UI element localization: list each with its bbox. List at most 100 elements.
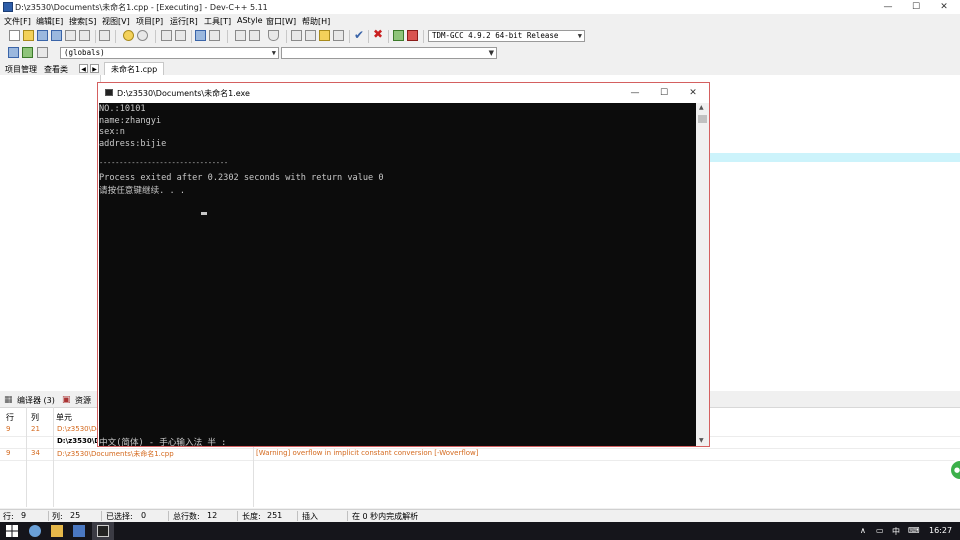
minimize-button[interactable]: —	[873, 0, 903, 14]
console-scrollbar[interactable]: ▲ ▼	[696, 103, 709, 446]
table-row[interactable]: 9 34 D:\z3530\Documents\未命名1.cpp [Warnin…	[0, 448, 960, 461]
keyboard-icon[interactable]: ⌨	[908, 526, 920, 535]
console-close-button[interactable]: ✕	[679, 86, 707, 100]
left-panel-tabs: 项目管理 查看类 ◀ ▶	[0, 61, 102, 75]
maximize-button[interactable]: ☐	[901, 0, 931, 14]
column-header-col[interactable]: 列	[31, 412, 39, 423]
undo-icon[interactable]	[123, 30, 134, 41]
compile-icon[interactable]	[291, 30, 302, 41]
scroll-down-icon[interactable]: ▼	[699, 437, 704, 444]
print-icon[interactable]	[99, 30, 110, 41]
save-all-icon[interactable]	[51, 30, 62, 41]
insert-icon[interactable]	[8, 47, 19, 58]
close-all-icon[interactable]	[79, 30, 90, 41]
row-unit: D:\z3530\Documents\未命名1.cpp	[57, 450, 174, 458]
menu-astyle[interactable]: AStyle	[237, 16, 263, 25]
close-file-icon[interactable]	[65, 30, 76, 41]
menu-help[interactable]: 帮助[H]	[302, 16, 330, 27]
main-title-bar: D:\z3530\Documents\未命名1.cpp - [Executing…	[0, 0, 960, 14]
open-file-icon[interactable]	[23, 30, 34, 41]
battery-icon[interactable]: ▭	[876, 526, 884, 535]
toggle-comment-icon[interactable]	[268, 30, 279, 41]
column-header-line[interactable]: 行	[6, 412, 14, 423]
close-button[interactable]: ✕	[929, 0, 959, 14]
goto-bookmark-icon[interactable]	[37, 47, 48, 58]
scroll-up-icon[interactable]: ▲	[699, 104, 704, 111]
toolbar-separator	[95, 30, 96, 43]
debug-icon[interactable]	[407, 30, 418, 41]
menu-run[interactable]: 运行[R]	[170, 16, 198, 27]
toolbar-separator	[286, 30, 287, 43]
replace-icon[interactable]	[175, 30, 186, 41]
console-output[interactable]: NO.:10101 name:zhangyi sex:n address:bij…	[99, 103, 696, 448]
menu-project[interactable]: 项目[P]	[136, 16, 163, 27]
toggle-bookmark-icon[interactable]	[22, 47, 33, 58]
status-col-label: 列:	[52, 512, 63, 521]
indent-right-icon[interactable]	[249, 30, 260, 41]
toolbar-separator	[368, 30, 369, 43]
current-line-highlight	[709, 153, 960, 162]
file-explorer-icon[interactable]	[51, 525, 63, 537]
console-maximize-button[interactable]: ☐	[650, 86, 678, 100]
run-icon[interactable]	[305, 30, 316, 41]
status-selected-label: 已选择:	[106, 512, 133, 521]
class-toolbar: (globals) ▼ ▼	[0, 45, 960, 61]
ime-indicator[interactable]: 中	[892, 526, 900, 537]
console-cursor	[201, 212, 207, 215]
function-select[interactable]: ▼	[281, 47, 497, 59]
tab-resources[interactable]: 资源	[75, 395, 91, 406]
new-file-icon[interactable]	[9, 30, 20, 41]
compiler-select[interactable]: TDM-GCC 4.9.2 64-bit Release ▼	[428, 30, 585, 42]
tab-project-manager[interactable]: 项目管理	[5, 64, 37, 75]
scrollbar-thumb[interactable]	[698, 115, 707, 123]
chevron-right-icon[interactable]: ▶	[90, 64, 99, 73]
console-title-bar[interactable]: D:\z3530\Documents\未命名1.exe — ☐ ✕	[98, 83, 709, 102]
clock[interactable]: 16:27	[929, 526, 952, 535]
console-line: Process exited after 0.2302 seconds with…	[99, 173, 384, 183]
find-icon[interactable]	[161, 30, 172, 41]
menu-tools[interactable]: 工具[T]	[204, 16, 231, 27]
scope-select[interactable]: (globals) ▼	[60, 47, 279, 59]
status-length-label: 长度:	[242, 512, 261, 521]
browser-icon[interactable]	[29, 525, 41, 537]
status-divider	[297, 511, 298, 521]
status-divider	[347, 511, 348, 521]
status-bar: 行: 9 列: 25 已选择: 0 总行数: 12 长度: 251 插入 在 0…	[0, 509, 960, 522]
main-window-title: D:\z3530\Documents\未命名1.cpp - [Executing…	[15, 3, 268, 12]
redo-icon[interactable]	[137, 30, 148, 41]
menu-edit[interactable]: 编辑[E]	[36, 16, 63, 27]
syntax-check-icon[interactable]: ✔	[354, 28, 364, 42]
chevron-left-icon[interactable]: ◀	[79, 64, 88, 73]
menu-window[interactable]: 窗口[W]	[266, 16, 296, 27]
console-separator-line: --------------------------------	[99, 158, 228, 167]
compile-run-icon[interactable]	[319, 30, 330, 41]
windows-taskbar: ∧ ▭ 中 ⌨ 16:27	[0, 522, 960, 540]
compiler-select-value: TDM-GCC 4.9.2 64-bit Release	[432, 31, 559, 40]
status-divider	[101, 511, 102, 521]
toolbar-separator	[388, 30, 389, 43]
column-header-unit[interactable]: 单元	[56, 412, 72, 423]
menu-view[interactable]: 视图[V]	[102, 16, 130, 27]
menu-search[interactable]: 搜索[S]	[69, 16, 96, 27]
status-length-value: 251	[267, 511, 283, 520]
windows-start-icon[interactable]	[6, 525, 18, 537]
project-panel	[0, 61, 101, 391]
bookmark-icon[interactable]	[209, 30, 220, 41]
goto-line-icon[interactable]	[195, 30, 206, 41]
console-window[interactable]: D:\z3530\Documents\未命名1.exe — ☐ ✕ NO.:10…	[97, 82, 710, 448]
toolbar-separator	[227, 30, 228, 43]
tab-class-browser[interactable]: 查看类	[44, 64, 68, 75]
menu-file[interactable]: 文件[F]	[4, 16, 31, 27]
tab-compiler[interactable]: 编译器 (3)	[17, 395, 55, 406]
indent-left-icon[interactable]	[235, 30, 246, 41]
stop-execution-icon[interactable]: ✖	[373, 27, 383, 41]
profile-chart-icon[interactable]	[393, 30, 404, 41]
save-icon[interactable]	[37, 30, 48, 41]
rebuild-all-icon[interactable]	[333, 30, 344, 41]
tray-expand-icon[interactable]: ∧	[860, 526, 866, 535]
console-taskbar-icon[interactable]	[97, 525, 109, 537]
console-minimize-button[interactable]: —	[621, 86, 649, 100]
column-divider	[26, 407, 27, 507]
tab-file-untitled1[interactable]: 未命名1.cpp	[104, 62, 165, 76]
devcpp-taskbar-icon[interactable]	[73, 525, 85, 537]
